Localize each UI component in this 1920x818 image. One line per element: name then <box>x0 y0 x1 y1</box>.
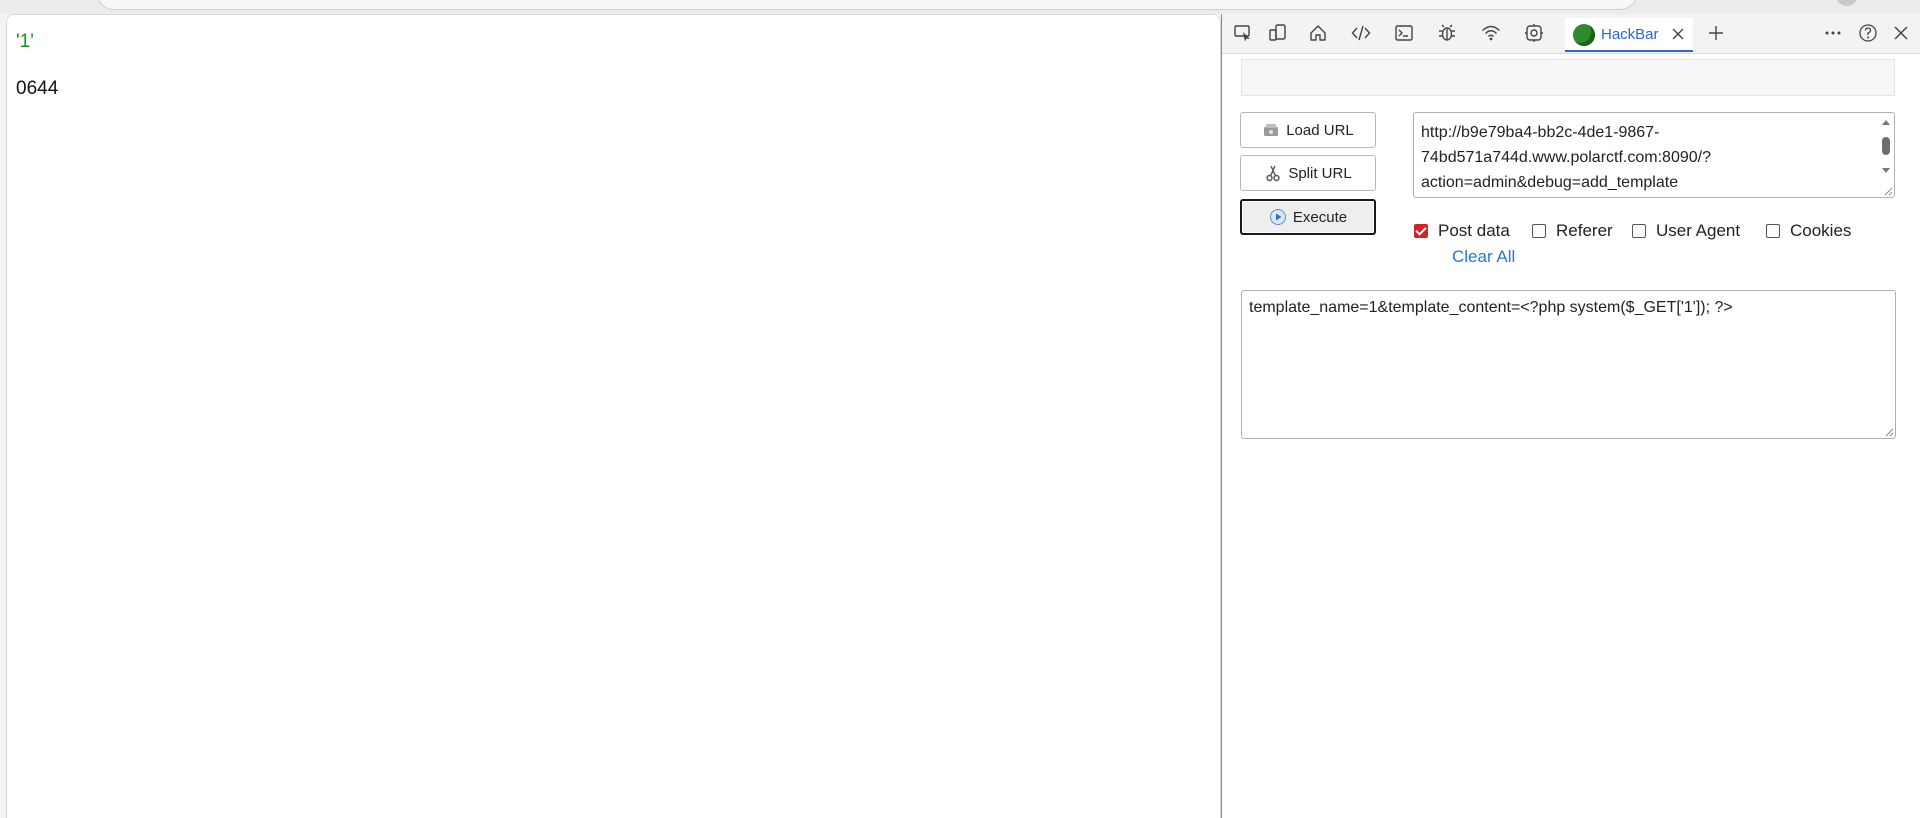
device-emulation-icon[interactable] <box>1267 22 1289 44</box>
post-data-value: template_name=1&template_content=<?php s… <box>1249 299 1733 316</box>
page-viewport: '1' 0644 <box>6 14 1221 818</box>
split-url-button[interactable]: Split URL <box>1240 155 1376 191</box>
resize-grip-icon[interactable] <box>1883 186 1893 196</box>
output-permission-value: 0644 <box>16 78 59 99</box>
url-scrollbar[interactable] <box>1880 117 1892 181</box>
user-agent-label: User Agent <box>1656 221 1741 240</box>
post-data-textarea[interactable]: template_name=1&template_content=<?php s… <box>1241 290 1896 439</box>
post-data-option[interactable]: Post data <box>1414 221 1510 241</box>
url-line: action=admin&debug=add_template <box>1421 174 1679 191</box>
hackbar-logo-icon <box>1573 24 1595 46</box>
split-url-label: Split URL <box>1288 164 1352 182</box>
settings-gear-icon[interactable] <box>1523 22 1545 44</box>
add-tab-icon[interactable] <box>1705 22 1727 44</box>
hackbar-top-input[interactable] <box>1241 59 1895 96</box>
tab-hackbar-label: HackBar <box>1601 26 1659 43</box>
load-url-label: Load URL <box>1286 121 1354 139</box>
devtools-toolbar: HackBar <box>1222 14 1920 54</box>
referer-option[interactable]: Referer <box>1532 221 1613 241</box>
post-data-label: Post data <box>1438 221 1510 240</box>
cookies-option[interactable]: Cookies <box>1766 221 1851 241</box>
user-agent-option[interactable]: User Agent <box>1632 221 1740 241</box>
address-bar[interactable] <box>96 0 1638 10</box>
post-data-checkbox[interactable] <box>1414 224 1428 238</box>
devtools-panel: HackBar Load URL Split URL Execute http:… <box>1221 14 1920 818</box>
cookies-label: Cookies <box>1790 221 1852 240</box>
elements-icon[interactable] <box>1350 22 1372 44</box>
url-textarea[interactable]: http://b9e79ba4-bb2c-4de1-9867- 74bd571a… <box>1413 112 1895 198</box>
tab-hackbar[interactable]: HackBar <box>1565 18 1693 52</box>
scissors-icon <box>1266 165 1281 182</box>
referer-label: Referer <box>1556 221 1613 240</box>
execute-button[interactable]: Execute <box>1240 199 1376 235</box>
load-url-icon <box>1264 124 1279 136</box>
play-icon <box>1269 209 1286 225</box>
help-icon[interactable] <box>1857 22 1879 44</box>
inspect-icon[interactable] <box>1232 22 1254 44</box>
network-icon[interactable] <box>1480 22 1502 44</box>
profile-avatar[interactable] <box>1836 0 1858 6</box>
cookies-checkbox[interactable] <box>1766 224 1780 238</box>
home-icon[interactable] <box>1307 22 1329 44</box>
more-icon[interactable] <box>1822 22 1844 44</box>
clear-all-link[interactable]: Clear All <box>1452 247 1515 267</box>
output-quoted-value: '1' <box>16 31 34 52</box>
console-icon[interactable] <box>1393 22 1415 44</box>
user-agent-checkbox[interactable] <box>1632 224 1646 238</box>
bug-icon[interactable] <box>1436 22 1458 44</box>
tab-close-icon[interactable] <box>1670 26 1686 42</box>
url-line: http://b9e79ba4-bb2c-4de1-9867- <box>1421 124 1660 141</box>
execute-label: Execute <box>1292 208 1348 226</box>
close-icon[interactable] <box>1890 22 1912 44</box>
referer-checkbox[interactable] <box>1532 224 1546 238</box>
url-scroll-thumb[interactable] <box>1882 137 1890 155</box>
resize-grip-icon[interactable] <box>1884 427 1894 437</box>
browser-top-strip <box>0 0 1920 14</box>
load-url-button[interactable]: Load URL <box>1240 112 1376 148</box>
url-line: 74bd571a744d.www.polarctf.com:8090/? <box>1421 149 1711 166</box>
